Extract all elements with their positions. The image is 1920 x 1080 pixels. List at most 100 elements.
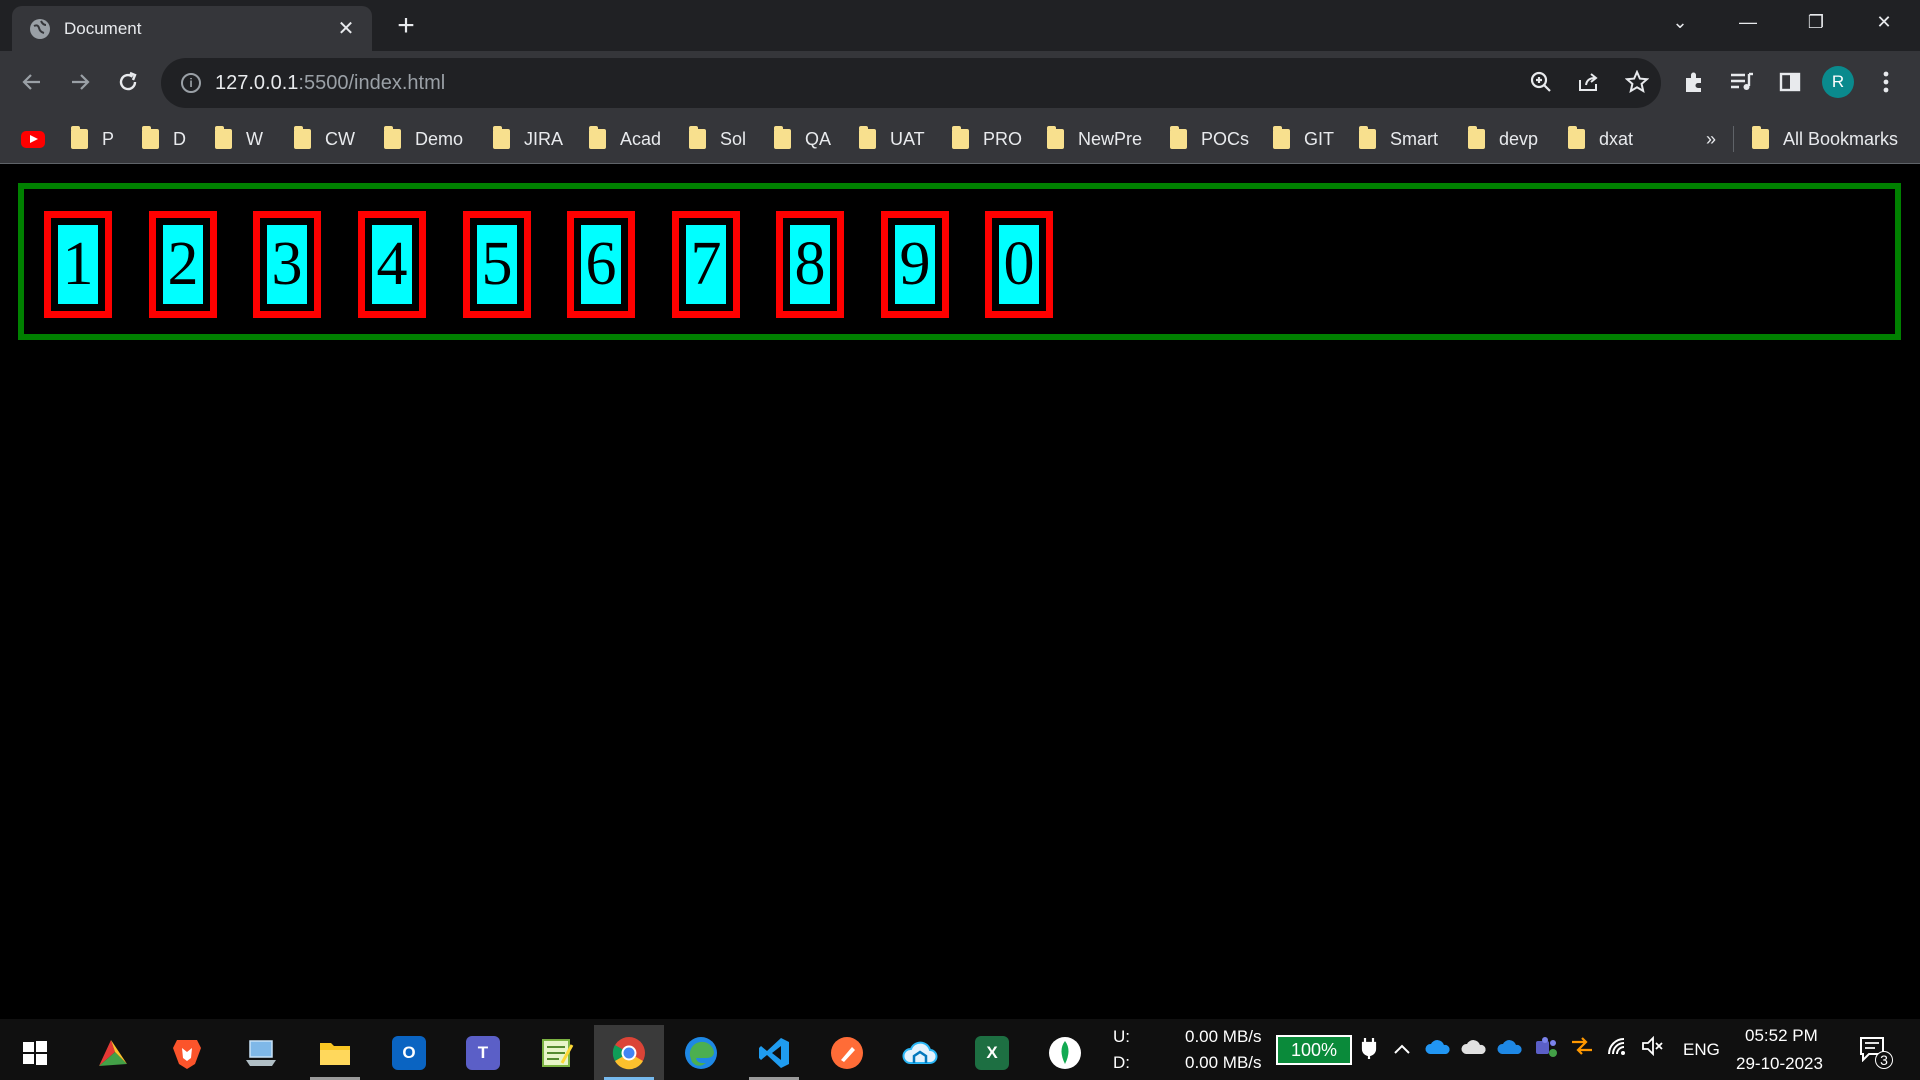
- language-indicator[interactable]: ENG: [1683, 1040, 1720, 1060]
- page-viewport: 1 2 3 4 5 6 7 8 9 0: [0, 165, 1920, 1019]
- file-explorer-icon: [320, 1042, 350, 1065]
- bookmark-folder[interactable]: POCs: [1170, 126, 1249, 152]
- windows-start-icon: [23, 1040, 47, 1065]
- bookmark-folder[interactable]: dxat: [1568, 126, 1633, 152]
- battery-indicator[interactable]: 100%: [1276, 1035, 1352, 1065]
- share-icon[interactable]: [1576, 70, 1602, 96]
- forward-button[interactable]: [62, 64, 98, 100]
- taskbar-app[interactable]: [226, 1025, 296, 1080]
- back-button[interactable]: [14, 64, 50, 100]
- folder-icon: [689, 126, 706, 149]
- cloud-app-icon: [902, 1041, 938, 1064]
- digit-box: 7: [672, 211, 740, 318]
- bookmark-folder[interactable]: devp: [1468, 126, 1538, 152]
- folder-icon: [215, 126, 232, 149]
- digit-text: 5: [477, 225, 517, 304]
- onedrive-blue-icon[interactable]: [1425, 1036, 1451, 1062]
- zoom-icon[interactable]: [1528, 70, 1554, 96]
- menu-kebab-icon[interactable]: [1868, 64, 1904, 100]
- bookmark-label: NewPre: [1078, 128, 1143, 149]
- bookmark-folder[interactable]: P: [71, 126, 114, 152]
- extensions-icon[interactable]: [1676, 64, 1712, 100]
- start-button[interactable]: [0, 1025, 70, 1080]
- sync-arrows-icon[interactable]: [1569, 1036, 1595, 1062]
- tab-close-icon[interactable]: ✕: [334, 16, 358, 41]
- taskbar-app[interactable]: [300, 1025, 370, 1080]
- digits-container: 1 2 3 4 5 6 7 8 9 0: [18, 183, 1901, 340]
- all-bookmarks-button[interactable]: All Bookmarks: [1752, 126, 1898, 152]
- bookmark-folder[interactable]: W: [215, 126, 263, 152]
- bookmark-star-icon[interactable]: [1624, 69, 1650, 96]
- folder-icon: [1752, 126, 1769, 149]
- bookmark-folder[interactable]: Smart: [1359, 126, 1438, 152]
- bookmark-folder[interactable]: Acad: [589, 126, 661, 152]
- bookmark-folder[interactable]: UAT: [859, 126, 925, 152]
- restore-button[interactable]: ❐: [1782, 0, 1850, 44]
- taskbar-app[interactable]: [1030, 1025, 1100, 1080]
- bookmark-folder[interactable]: Sol: [689, 126, 746, 152]
- volume-muted-icon[interactable]: [1640, 1035, 1666, 1062]
- bookmark-folder[interactable]: CW: [294, 126, 355, 152]
- reload-button[interactable]: [110, 64, 146, 100]
- bookmark-folder[interactable]: NewPre: [1047, 126, 1142, 152]
- profile-avatar[interactable]: R: [1822, 66, 1854, 98]
- taskbar-app[interactable]: [666, 1025, 736, 1080]
- digit-text: 4: [372, 225, 412, 304]
- taskbar-app[interactable]: [152, 1025, 222, 1080]
- digit-box: 1: [44, 211, 112, 318]
- media-control-icon[interactable]: [1724, 64, 1760, 100]
- taskbar-app[interactable]: T: [448, 1025, 518, 1080]
- url-host: 127.0.0.1: [215, 71, 299, 94]
- bookmark-folder[interactable]: GIT: [1273, 126, 1334, 152]
- net-upload-label: U:: [1113, 1027, 1130, 1046]
- bookmark-youtube[interactable]: [21, 126, 45, 152]
- taskbar-app[interactable]: [812, 1025, 882, 1080]
- brave-icon: [173, 1039, 201, 1069]
- chevron-up-icon[interactable]: [1389, 1036, 1415, 1062]
- bookmark-label: GIT: [1304, 128, 1334, 149]
- bookmark-label: devp: [1499, 128, 1539, 149]
- postman-icon: [831, 1036, 863, 1069]
- clock-time[interactable]: 05:52 PM: [1745, 1026, 1818, 1046]
- address-bar[interactable]: i 127.0.0.1:5500/index.html: [161, 58, 1661, 108]
- edge-icon: [685, 1036, 717, 1069]
- onedrive-business-icon[interactable]: [1497, 1036, 1523, 1062]
- folder-icon: [1468, 126, 1485, 149]
- bookmark-label: PRO: [983, 128, 1023, 149]
- bookmark-label: JIRA: [524, 128, 564, 149]
- bookmark-folder[interactable]: JIRA: [493, 126, 563, 152]
- taskbar-app[interactable]: [739, 1025, 809, 1080]
- side-panel-icon[interactable]: [1772, 64, 1808, 100]
- taskbar-app[interactable]: X: [957, 1025, 1027, 1080]
- site-info-icon[interactable]: i: [181, 73, 201, 93]
- net-upload-speed: 0.00 MB/s: [1185, 1027, 1262, 1046]
- digit-text: 6: [581, 225, 621, 304]
- bookmark-folder[interactable]: PRO: [952, 126, 1022, 152]
- bookmark-label: Acad: [620, 128, 662, 149]
- folder-icon: [493, 126, 510, 149]
- taskbar-app[interactable]: [885, 1025, 955, 1080]
- taskbar-app[interactable]: [78, 1025, 148, 1080]
- bookmark-folder[interactable]: Demo: [384, 126, 463, 152]
- bookmark-folder[interactable]: QA: [774, 126, 831, 152]
- bookmark-folder[interactable]: D: [142, 126, 186, 152]
- folder-icon: [589, 126, 606, 149]
- tab-search-button[interactable]: ⌄: [1646, 0, 1714, 44]
- browser-toolbar: i 127.0.0.1:5500/index.html R: [0, 51, 1920, 114]
- teams-tray-icon[interactable]: [1533, 1036, 1559, 1062]
- tab-document[interactable]: Document ✕: [12, 6, 372, 51]
- onedrive-white-icon[interactable]: [1461, 1036, 1487, 1062]
- minimize-button[interactable]: —: [1714, 0, 1782, 44]
- bookmark-label: dxat: [1599, 128, 1634, 149]
- clock-date[interactable]: 29-10-2023: [1736, 1054, 1823, 1074]
- bookmarks-overflow-button[interactable]: »: [1706, 126, 1716, 152]
- close-window-button[interactable]: ✕: [1850, 0, 1918, 44]
- new-tab-button[interactable]: +: [390, 11, 422, 43]
- taskbar-app[interactable]: O: [374, 1025, 444, 1080]
- digit-box: 3: [253, 211, 321, 318]
- teams-icon: T: [466, 1035, 500, 1070]
- taskbar-app[interactable]: [522, 1025, 592, 1080]
- taskbar-app-active[interactable]: [594, 1025, 664, 1080]
- mongodb-icon: [1049, 1036, 1081, 1069]
- wifi-icon[interactable]: [1605, 1036, 1631, 1062]
